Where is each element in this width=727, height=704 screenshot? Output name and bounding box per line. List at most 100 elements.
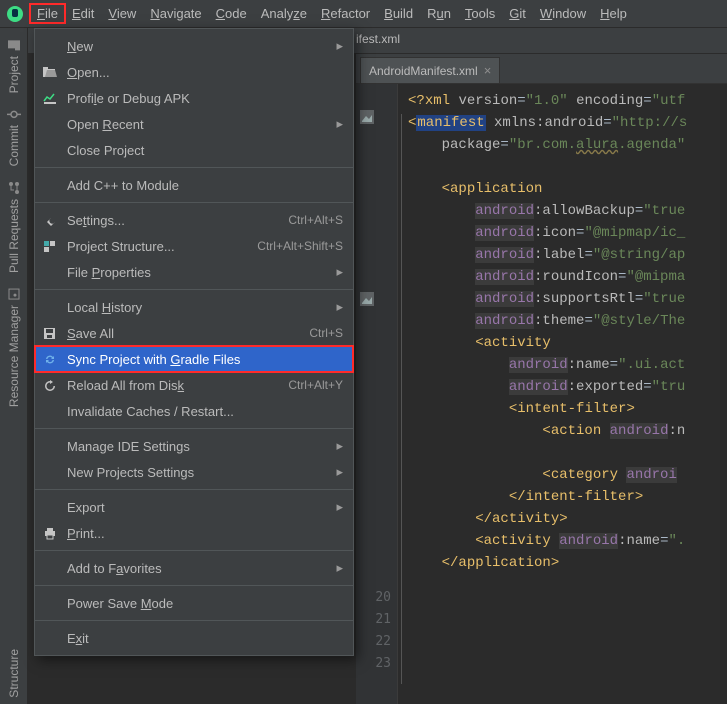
blank-icon	[41, 463, 59, 481]
menu-item-export[interactable]: Export ▸	[35, 494, 353, 520]
menu-item-reload-all-from-disk[interactable]: Reload All from DiskCtrl+Alt+Y	[35, 372, 353, 398]
menu-navigate[interactable]: Navigate	[143, 4, 208, 23]
menu-file[interactable]: File	[30, 4, 65, 23]
save-icon	[41, 324, 59, 342]
blank-icon	[41, 629, 59, 647]
resource-icon	[7, 287, 21, 301]
menu-item-label: Add to Favorites	[67, 561, 330, 576]
menu-item-sync-project-with-gradle-files[interactable]: Sync Project with Gradle Files	[35, 346, 353, 372]
menu-item-open[interactable]: Open...	[35, 59, 353, 85]
breadcrumb-tail: ifest.xml	[356, 32, 400, 46]
menu-item-label: Local History	[67, 300, 330, 315]
android-studio-logo-icon	[6, 5, 24, 23]
reload-icon	[41, 376, 59, 394]
toolwindow-commit[interactable]: Commit	[7, 101, 21, 172]
menu-build[interactable]: Build	[377, 4, 420, 23]
toolwindow-project[interactable]: Project	[7, 32, 21, 99]
menu-view[interactable]: View	[101, 4, 143, 23]
menu-run[interactable]: Run	[420, 4, 458, 23]
menu-item-label: Close Project	[67, 143, 343, 158]
gutter-image-icon[interactable]	[358, 106, 376, 128]
menu-item-add-c-to-module[interactable]: Add C++ to Module	[35, 172, 353, 198]
submenu-arrow-icon: ▸	[336, 264, 343, 280]
menu-item-label: Profile or Debug APK	[67, 91, 343, 106]
menu-item-label: Exit	[67, 631, 343, 646]
menu-refactor[interactable]: Refactor	[314, 4, 377, 23]
editor-tabbar: AndroidManifest.xml ×	[356, 54, 727, 84]
blank-icon	[41, 559, 59, 577]
submenu-arrow-icon: ▸	[336, 116, 343, 132]
folder-icon	[7, 38, 21, 52]
menu-item-save-all[interactable]: Save AllCtrl+S	[35, 320, 353, 346]
shortcut-label: Ctrl+S	[309, 326, 343, 340]
gutter-image-icon[interactable]	[358, 288, 376, 310]
menu-item-label: Add C++ to Module	[67, 178, 343, 193]
submenu-arrow-icon: ▸	[336, 560, 343, 576]
menu-item-new[interactable]: New ▸	[35, 33, 353, 59]
shortcut-label: Ctrl+Alt+S	[288, 213, 343, 227]
editor-tab-manifest[interactable]: AndroidManifest.xml ×	[360, 57, 500, 83]
toolwindow-structure[interactable]: Structure	[7, 643, 21, 704]
menu-separator	[35, 489, 353, 490]
menu-item-label: Save All	[67, 326, 309, 341]
menu-separator	[35, 202, 353, 203]
menu-item-label: Open...	[67, 65, 343, 80]
menu-item-power-save-mode[interactable]: Power Save Mode	[35, 590, 353, 616]
menu-item-add-to-favorites[interactable]: Add to Favorites ▸	[35, 555, 353, 581]
menu-item-local-history[interactable]: Local History▸	[35, 294, 353, 320]
open-icon	[41, 63, 59, 81]
left-toolwindow-stripe: Project Commit Pull Requests Resource Ma…	[0, 28, 28, 704]
blank-icon	[41, 298, 59, 316]
editor-area: AndroidManifest.xml × 20 21 22 23 <?xml …	[356, 54, 727, 704]
menu-separator	[35, 620, 353, 621]
shortcut-label: Ctrl+Alt+Shift+S	[257, 239, 343, 253]
submenu-arrow-icon: ▸	[336, 499, 343, 515]
menu-item-label: Print...	[67, 526, 343, 541]
menu-item-open-recent[interactable]: Open Recent▸	[35, 111, 353, 137]
menu-item-label: Project Structure...	[67, 239, 257, 254]
menu-separator	[35, 289, 353, 290]
menu-tools[interactable]: Tools	[458, 4, 502, 23]
menu-item-label: Invalidate Caches / Restart...	[67, 404, 343, 419]
blank-icon	[41, 498, 59, 516]
menu-item-label: New Projects Settings	[67, 465, 330, 480]
menu-item-file-properties[interactable]: File Properties ▸	[35, 259, 353, 285]
menu-item-settings[interactable]: Settings...Ctrl+Alt+S	[35, 207, 353, 233]
close-icon[interactable]: ×	[484, 63, 492, 78]
menu-separator	[35, 167, 353, 168]
blank-icon	[41, 176, 59, 194]
menu-item-print[interactable]: Print...	[35, 520, 353, 546]
blank-icon	[41, 263, 59, 281]
menu-item-manage-ide-settings[interactable]: Manage IDE Settings▸	[35, 433, 353, 459]
blank-icon	[41, 115, 59, 133]
toolwindow-resource-manager[interactable]: Resource Manager	[7, 281, 21, 413]
commit-icon	[7, 107, 21, 121]
menu-analyze[interactable]: Analyze	[254, 4, 314, 23]
blank-icon	[41, 437, 59, 455]
menu-item-new-projects-settings[interactable]: New Projects Settings▸	[35, 459, 353, 485]
menu-git[interactable]: Git	[502, 4, 533, 23]
menu-item-invalidate-caches-restart[interactable]: Invalidate Caches / Restart...	[35, 398, 353, 424]
menu-item-label: File Properties	[67, 265, 330, 280]
submenu-arrow-icon: ▸	[336, 38, 343, 54]
menu-window[interactable]: Window	[533, 4, 593, 23]
menu-item-label: New	[67, 39, 330, 54]
menu-help[interactable]: Help	[593, 4, 634, 23]
editor-gutter-icons	[358, 106, 376, 470]
code-editor[interactable]: <?xml version="1.0" encoding="utf <manif…	[398, 84, 727, 704]
blank-icon	[41, 141, 59, 159]
shortcut-label: Ctrl+Alt+Y	[288, 378, 343, 392]
tab-title: AndroidManifest.xml	[369, 64, 478, 78]
profile-icon	[41, 89, 59, 107]
menu-item-exit[interactable]: Exit	[35, 625, 353, 651]
menubar: FileEditViewNavigateCodeAnalyzeRefactorB…	[0, 0, 727, 28]
menu-item-project-structure[interactable]: Project Structure...Ctrl+Alt+Shift+S	[35, 233, 353, 259]
menu-code[interactable]: Code	[209, 4, 254, 23]
wrench-icon	[41, 211, 59, 229]
menu-item-profile-or-debug-apk[interactable]: Profile or Debug APK	[35, 85, 353, 111]
menu-item-label: Export	[67, 500, 330, 515]
menu-edit[interactable]: Edit	[65, 4, 101, 23]
menu-item-label: Manage IDE Settings	[67, 439, 330, 454]
menu-item-close-project[interactable]: Close Project	[35, 137, 353, 163]
toolwindow-pull-requests[interactable]: Pull Requests	[7, 175, 21, 279]
